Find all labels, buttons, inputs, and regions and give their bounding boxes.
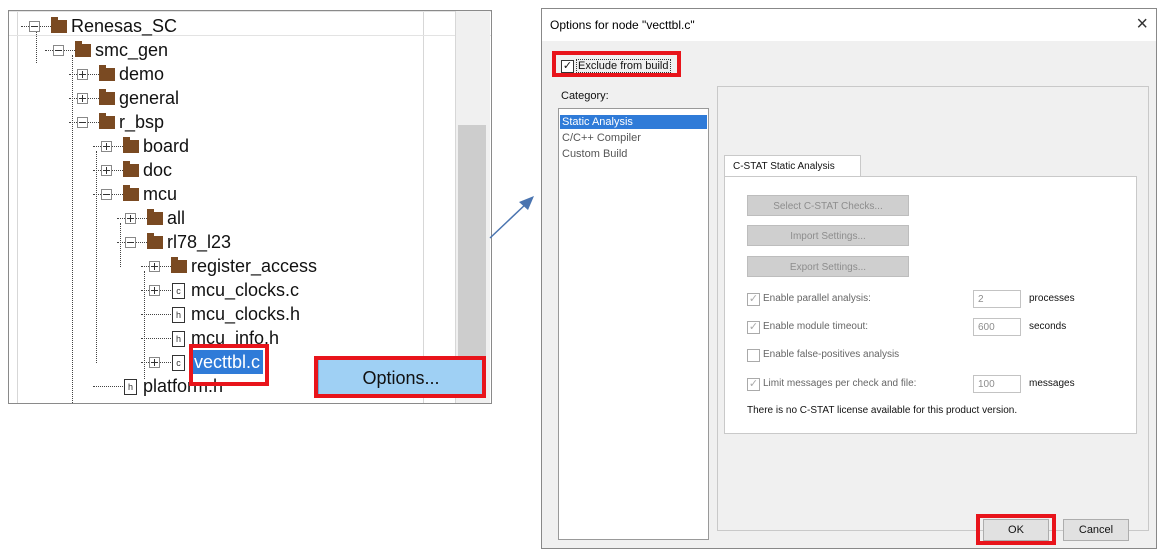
tree-node[interactable]: general	[9, 86, 449, 110]
arrow-icon	[489, 196, 534, 239]
expand-icon[interactable]	[77, 93, 88, 104]
expand-icon[interactable]	[149, 357, 160, 368]
timeout-label: Enable module timeout:	[763, 321, 869, 332]
folder-icon	[75, 41, 91, 57]
folder-icon	[123, 161, 139, 177]
tree-node[interactable]: mcu	[9, 182, 449, 206]
tree-node[interactable]: r_bsp	[9, 110, 449, 134]
collapse-icon[interactable]	[77, 117, 88, 128]
h-file-icon: h	[124, 379, 137, 395]
dialog-title: Options for node "vecttbl.c"	[550, 18, 695, 32]
tree-connector	[141, 314, 173, 315]
tree-node-label[interactable]: register_access	[191, 254, 317, 278]
folder-icon	[123, 185, 139, 201]
timeout-checkbox[interactable]: ✓	[747, 321, 760, 334]
options-dialog: Options for node "vecttbl.c" × ✓ Exclude…	[541, 8, 1157, 549]
tree-node-label[interactable]: smc_gen	[95, 38, 168, 62]
tree-node[interactable]: register_access	[9, 254, 449, 278]
tree-node-label[interactable]: doc	[143, 158, 172, 182]
collapse-icon[interactable]	[29, 21, 40, 32]
folder-icon	[123, 137, 139, 153]
limit-unit: messages	[1029, 378, 1075, 389]
expand-icon[interactable]	[77, 69, 88, 80]
close-icon[interactable]: ×	[1136, 13, 1148, 35]
tree-node[interactable]: demo	[9, 62, 449, 86]
export-settings-button[interactable]: Export Settings...	[747, 256, 909, 277]
folder-icon	[171, 257, 187, 273]
tree-connector	[141, 338, 173, 339]
tree-node-label[interactable]: rl78_l23	[167, 230, 231, 254]
tree-node-label[interactable]: mcu_clocks.c	[191, 278, 299, 302]
parallel-checkbox[interactable]: ✓	[747, 293, 760, 306]
grid-line	[9, 11, 491, 12]
collapse-icon[interactable]	[101, 189, 112, 200]
highlight-box-options	[314, 356, 486, 398]
collapse-icon[interactable]	[125, 237, 136, 248]
cancel-button[interactable]: Cancel	[1063, 519, 1129, 541]
tree-node[interactable]: Renesas_SC	[9, 14, 449, 38]
tree-scrollbar-thumb[interactable]	[458, 125, 486, 357]
folder-icon	[99, 65, 115, 81]
category-label: Category:	[561, 90, 609, 102]
expand-icon[interactable]	[149, 261, 160, 272]
tree-node[interactable]: c mcu_clocks.c	[9, 278, 449, 302]
tree-connector	[93, 386, 125, 387]
false-positives-checkbox[interactable]	[747, 349, 760, 362]
parallel-unit: processes	[1029, 293, 1075, 304]
expand-icon[interactable]	[101, 141, 112, 152]
dialog-title-bar: Options for node "vecttbl.c" ×	[542, 9, 1156, 41]
tree-node-label[interactable]: r_bsp	[119, 110, 164, 134]
tree-node-label[interactable]: general	[119, 86, 179, 110]
c-file-icon: c	[172, 355, 185, 371]
tab-c-stat[interactable]: C-STAT Static Analysis	[724, 155, 861, 177]
folder-icon	[99, 89, 115, 105]
collapse-icon[interactable]	[53, 45, 64, 56]
category-list[interactable]: Static Analysis C/C++ Compiler Custom Bu…	[558, 108, 709, 540]
tree-node-label[interactable]: Renesas_SC	[71, 14, 177, 38]
h-file-icon: h	[172, 307, 185, 323]
expand-icon[interactable]	[149, 285, 160, 296]
parallel-label: Enable parallel analysis:	[763, 293, 871, 304]
expand-icon[interactable]	[125, 213, 136, 224]
license-note: There is no C-STAT license available for…	[747, 405, 1018, 416]
category-item-static-analysis[interactable]: Static Analysis	[560, 115, 707, 129]
tree-node[interactable]: h mcu_clocks.h	[9, 302, 449, 326]
parallel-input[interactable]: 2	[973, 290, 1021, 308]
limit-checkbox[interactable]: ✓	[747, 378, 760, 391]
h-file-icon: h	[172, 331, 185, 347]
tree-node[interactable]: board	[9, 134, 449, 158]
tree-node-label[interactable]: demo	[119, 62, 164, 86]
tree-node-label[interactable]: mcu	[143, 182, 177, 206]
timeout-unit: seconds	[1029, 321, 1067, 332]
c-file-icon: c	[172, 283, 185, 299]
highlight-box-ok	[976, 514, 1056, 545]
highlight-box-vecttbl	[189, 344, 269, 386]
category-item-compiler[interactable]: C/C++ Compiler	[560, 131, 707, 145]
tree-node[interactable]: rl78_l23	[9, 230, 449, 254]
import-settings-button[interactable]: Import Settings...	[747, 225, 909, 246]
folder-icon	[147, 209, 163, 225]
tree-node-label[interactable]: all	[167, 206, 185, 230]
tree-node[interactable]: doc	[9, 158, 449, 182]
tree-node[interactable]: all	[9, 206, 449, 230]
timeout-input[interactable]: 600	[973, 318, 1021, 336]
tree-node[interactable]: smc_gen	[9, 38, 449, 62]
limit-input[interactable]: 100	[973, 375, 1021, 393]
folder-icon	[51, 17, 67, 33]
tree-scrollbar[interactable]	[455, 11, 490, 403]
category-item-custom-build[interactable]: Custom Build	[560, 147, 707, 161]
tree-node-label[interactable]: mcu_clocks.h	[191, 302, 300, 326]
highlight-box-exclude	[552, 51, 681, 77]
false-positives-label: Enable false-positives analysis	[763, 349, 900, 360]
tree-node-label[interactable]: board	[143, 134, 189, 158]
folder-icon	[99, 113, 115, 129]
limit-label: Limit messages per check and file:	[763, 378, 917, 389]
folder-icon	[147, 233, 163, 249]
expand-icon[interactable]	[101, 165, 112, 176]
select-checks-button[interactable]: Select C-STAT Checks...	[747, 195, 909, 216]
